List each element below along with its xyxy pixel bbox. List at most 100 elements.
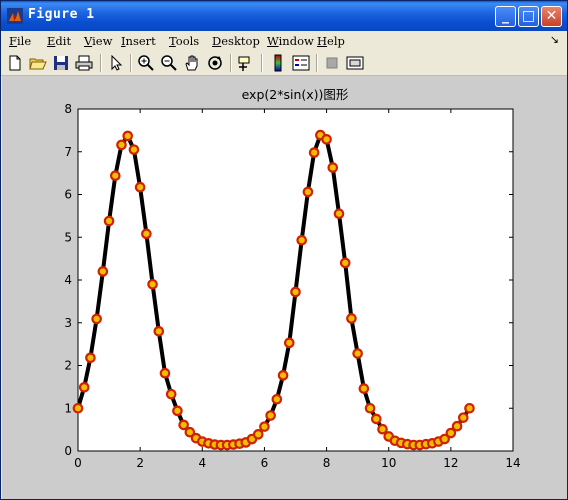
x-tick-label: 10 bbox=[381, 456, 396, 470]
menu-view[interactable]: View bbox=[84, 34, 112, 48]
data-point-marker bbox=[116, 139, 127, 151]
data-point-marker bbox=[377, 423, 388, 435]
y-tick-label: 7 bbox=[64, 145, 72, 159]
legend-icon[interactable] bbox=[292, 54, 310, 72]
close-button[interactable]: ✕ bbox=[541, 6, 562, 27]
minimize-icon: _ bbox=[502, 8, 509, 24]
data-point-marker bbox=[352, 348, 363, 359]
toolbar-separator bbox=[261, 54, 263, 72]
data-point-marker bbox=[296, 234, 308, 246]
pan-hand-icon[interactable] bbox=[183, 54, 201, 72]
figure-toolbar bbox=[1, 51, 567, 76]
menu-edit[interactable]: Edit bbox=[47, 34, 71, 48]
data-point-marker bbox=[339, 257, 351, 269]
data-point-marker bbox=[451, 420, 463, 432]
data-point-marker bbox=[457, 412, 469, 423]
data-point-marker bbox=[290, 286, 301, 298]
y-tick-label: 4 bbox=[64, 273, 72, 287]
data-point-marker bbox=[172, 405, 183, 417]
data-point-marker bbox=[91, 313, 102, 325]
toolbar-separator bbox=[230, 54, 232, 72]
menu-bar: File Edit View Insert Tools Desktop Wind… bbox=[1, 31, 567, 52]
x-tick-label: 0 bbox=[74, 456, 82, 470]
x-tick-label: 14 bbox=[505, 456, 520, 470]
data-point-marker bbox=[178, 419, 189, 431]
close-icon: ✕ bbox=[545, 8, 558, 24]
x-tick-label: 4 bbox=[198, 456, 206, 470]
data-point-marker bbox=[153, 326, 165, 337]
new-figure-icon[interactable] bbox=[6, 54, 24, 72]
data-point-marker bbox=[109, 170, 121, 181]
data-point-marker bbox=[358, 383, 370, 394]
data-point-marker bbox=[97, 266, 109, 277]
data-point-marker bbox=[134, 181, 146, 193]
x-tick-label: 2 bbox=[136, 456, 144, 470]
y-tick-label: 3 bbox=[64, 316, 72, 330]
menu-help[interactable]: Help bbox=[317, 34, 345, 48]
data-point-marker bbox=[308, 147, 320, 158]
data-point-marker bbox=[271, 393, 283, 405]
hide-plot-tools-icon[interactable] bbox=[323, 54, 341, 72]
menu-window[interactable]: Window bbox=[267, 34, 314, 48]
data-point-marker bbox=[327, 162, 339, 173]
toolbar-separator bbox=[100, 54, 102, 72]
data-point-marker bbox=[103, 215, 115, 227]
data-point-marker bbox=[78, 382, 90, 393]
data-point-marker bbox=[370, 413, 382, 425]
data-point-marker bbox=[72, 402, 84, 414]
data-point-marker bbox=[283, 337, 295, 349]
plot-title: exp(2*sin(x))图形 bbox=[242, 87, 349, 102]
show-plot-tools-icon[interactable] bbox=[346, 54, 364, 72]
data-point-marker bbox=[85, 352, 96, 364]
data-point-marker bbox=[265, 410, 276, 421]
y-tick-label: 0 bbox=[64, 444, 72, 458]
data-point-marker bbox=[302, 186, 314, 198]
data-point-marker bbox=[321, 134, 332, 145]
colorbar-icon[interactable] bbox=[269, 54, 287, 72]
figure-canvas[interactable]: exp(2*sin(x))图形 0 2 4 6 8 10 12 14 0 1 2 3 4 5 6 7 8 bbox=[2, 76, 567, 499]
maximize-button[interactable]: □ bbox=[518, 6, 539, 27]
y-tick-label: 6 bbox=[64, 188, 72, 202]
zoom-in-icon[interactable] bbox=[137, 54, 155, 72]
data-point-marker bbox=[147, 278, 158, 290]
open-file-icon[interactable] bbox=[29, 54, 47, 72]
data-point-marker bbox=[333, 208, 345, 220]
matlab-logo-icon bbox=[7, 8, 23, 24]
figure-window: Figure 1 _ □ ✕ File Edit View Insert Too… bbox=[0, 0, 568, 500]
x-tick-label: 8 bbox=[323, 456, 331, 470]
data-point-marker bbox=[165, 388, 177, 400]
toolbar-separator bbox=[130, 54, 132, 72]
menu-desktop[interactable]: Desktop bbox=[212, 34, 260, 48]
maximize-icon: □ bbox=[521, 8, 536, 24]
y-tick-label: 5 bbox=[64, 230, 72, 244]
data-point-marker bbox=[128, 144, 140, 155]
minimize-button[interactable]: _ bbox=[495, 6, 516, 27]
window-title: Figure 1 bbox=[28, 7, 95, 22]
data-point-marker bbox=[159, 367, 171, 379]
title-bar[interactable]: Figure 1 _ □ ✕ bbox=[1, 1, 567, 31]
y-tick-label: 2 bbox=[64, 359, 72, 373]
data-point-marker bbox=[141, 228, 152, 240]
rotate-3d-icon[interactable] bbox=[206, 54, 224, 72]
data-point-marker bbox=[122, 130, 134, 142]
print-icon[interactable] bbox=[75, 54, 93, 72]
zoom-out-icon[interactable] bbox=[160, 54, 178, 72]
x-tick-label: 6 bbox=[261, 456, 269, 470]
plot-axes[interactable]: exp(2*sin(x))图形 0 2 4 6 8 10 12 14012345678 bbox=[2, 76, 567, 499]
menu-file[interactable]: File bbox=[9, 34, 31, 48]
data-point-marker bbox=[364, 402, 376, 414]
menu-insert[interactable]: Insert bbox=[121, 34, 156, 48]
data-point-marker bbox=[259, 421, 270, 432]
data-point-marker bbox=[346, 313, 357, 324]
data-cursor-icon[interactable] bbox=[237, 54, 255, 72]
toolbar-separator bbox=[316, 54, 318, 72]
x-tick-label: 12 bbox=[443, 456, 458, 470]
select-arrow-icon[interactable] bbox=[107, 54, 125, 72]
toolbar-overflow-icon[interactable]: ↘ bbox=[550, 33, 559, 46]
data-point-marker bbox=[252, 429, 264, 440]
save-icon[interactable] bbox=[52, 54, 70, 72]
data-point-marker bbox=[277, 370, 289, 381]
menu-tools[interactable]: Tools bbox=[169, 34, 199, 48]
y-tick-label: 1 bbox=[64, 401, 72, 415]
y-tick-label: 8 bbox=[64, 102, 72, 116]
